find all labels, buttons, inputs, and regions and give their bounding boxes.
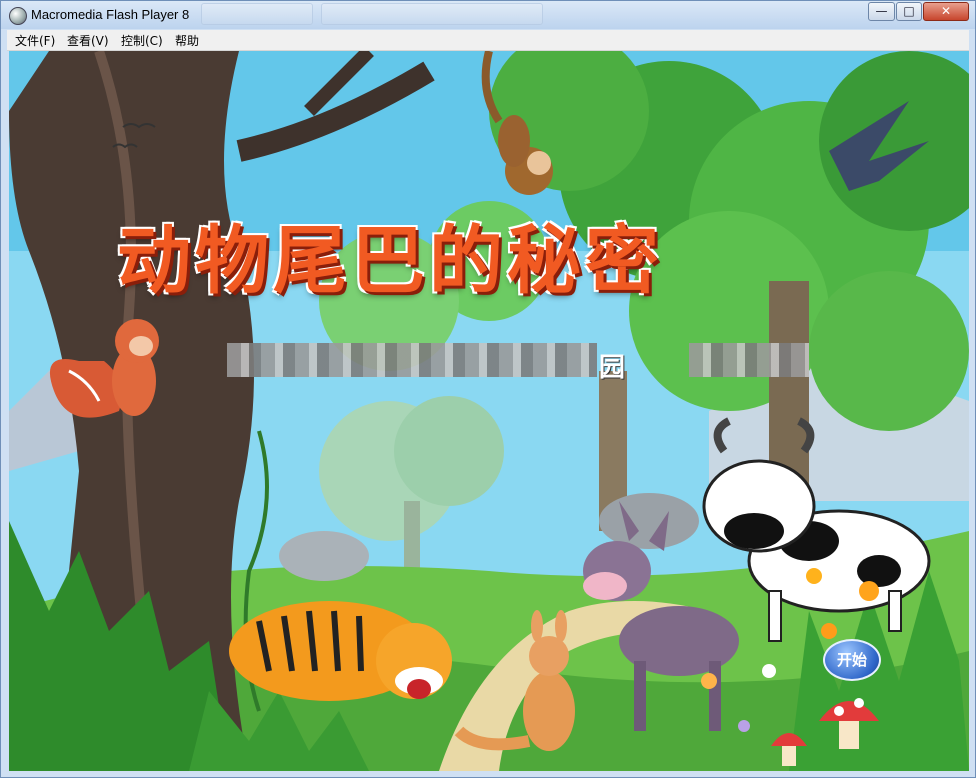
subtitle-visible-char: 园: [599, 353, 626, 383]
menu-view[interactable]: 查看(V): [67, 32, 109, 49]
title-bar[interactable]: Macromedia Flash Player 8 — □ ✕: [1, 1, 975, 29]
flash-stage[interactable]: 动物尾巴的秘密 园 开始: [9, 51, 969, 771]
background-tab: [321, 3, 543, 25]
close-icon: ✕: [940, 4, 952, 18]
menu-control[interactable]: 控制(C): [121, 32, 163, 49]
app-icon: [9, 7, 27, 25]
menu-bar: 文件(F) 查看(V) 控制(C) 帮助: [7, 30, 969, 51]
maximize-button[interactable]: □: [896, 2, 922, 21]
pixelated-subtitle-part-1: [227, 343, 597, 377]
window-title: Macromedia Flash Player 8: [31, 7, 190, 22]
maximize-icon: □: [903, 4, 915, 18]
flash-player-window: Macromedia Flash Player 8 — □ ✕ 文件(F) 查看…: [0, 0, 976, 778]
start-button[interactable]: 开始: [823, 639, 881, 681]
menu-file[interactable]: 文件(F): [15, 32, 55, 49]
pixelated-subtitle-part-2: [689, 343, 809, 377]
close-button[interactable]: ✕: [923, 2, 969, 21]
minimize-icon: —: [875, 4, 888, 18]
game-title: 动物尾巴的秘密: [117, 218, 663, 304]
menu-help[interactable]: 帮助: [175, 32, 199, 49]
minimize-button[interactable]: —: [868, 2, 895, 21]
background-tab: [201, 3, 313, 25]
